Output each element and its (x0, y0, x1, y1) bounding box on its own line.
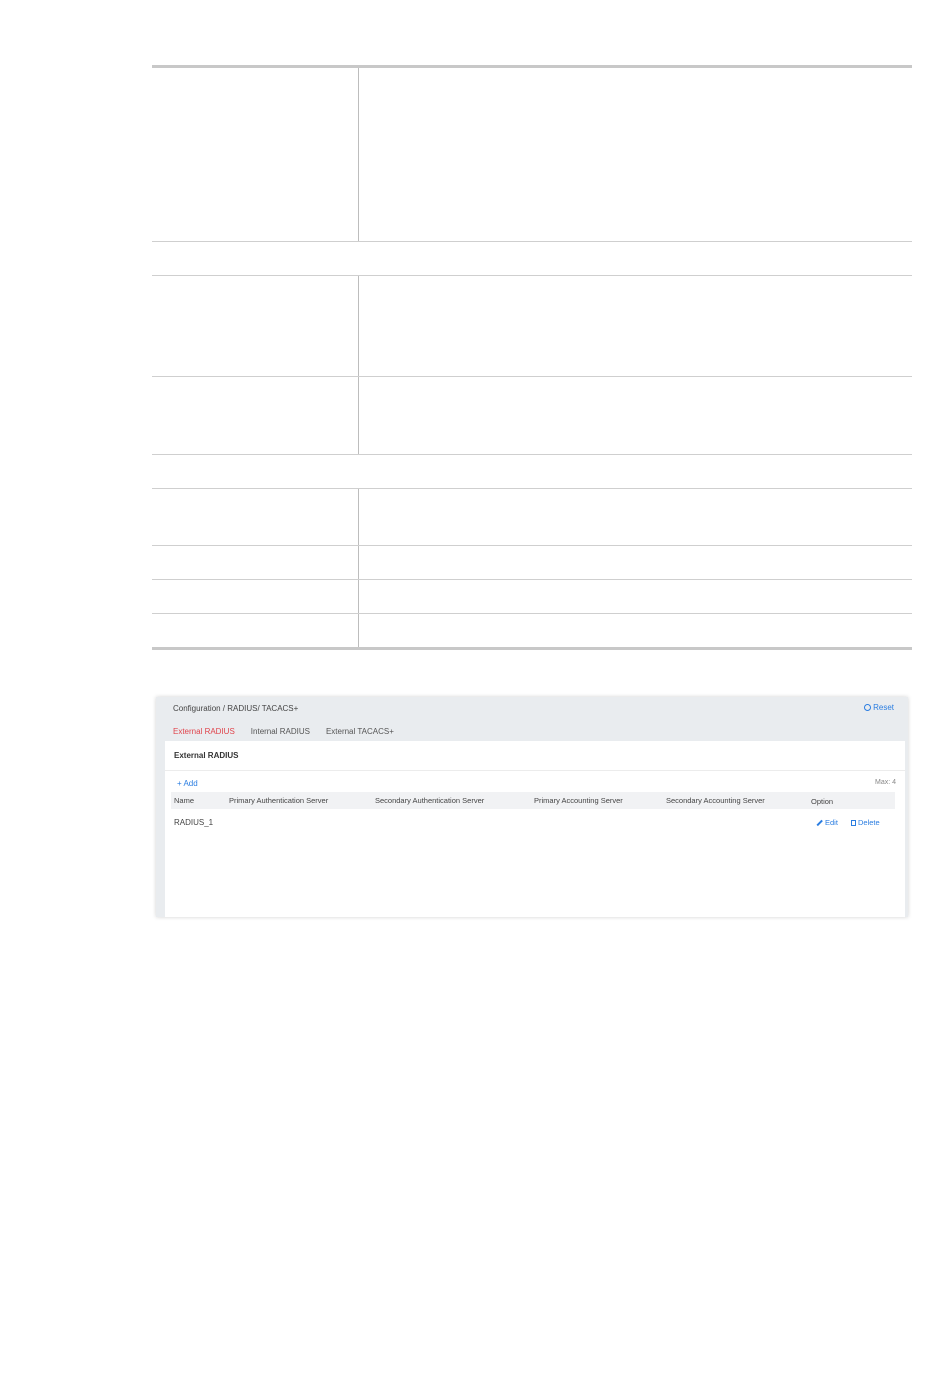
table-row (152, 65, 912, 242)
table-cell (358, 545, 912, 580)
table-cell (358, 613, 912, 650)
table-cell (152, 275, 359, 377)
table-row (152, 488, 912, 546)
trash-icon (851, 819, 856, 826)
table-section-row (152, 241, 912, 276)
pencil-icon (816, 819, 823, 826)
table-cell (152, 545, 359, 580)
card-title: External RADIUS (174, 751, 239, 760)
reset-button[interactable]: Reset (864, 703, 894, 712)
table-row (152, 454, 912, 489)
content-card: External RADIUS + Add Max: 4 Name Primar… (165, 741, 905, 917)
table-row (152, 545, 912, 580)
max-count: Max: 4 (874, 779, 896, 786)
breadcrumb: Configuration / RADIUS/ TACACS+ (173, 704, 299, 713)
table-cell (152, 376, 359, 455)
table-cell (152, 579, 359, 614)
table-cell (358, 65, 912, 242)
delete-label: Delete (858, 818, 880, 827)
tab-external-tacacs[interactable]: External TACACS+ (318, 724, 402, 742)
column-header-secondary-acct: Secondary Accounting Server (666, 796, 765, 805)
table-section-row (152, 454, 912, 489)
table-header: Name Primary Authentication Server Secon… (171, 792, 895, 809)
column-header-name: Name (174, 796, 195, 805)
table-row (152, 376, 912, 455)
tab-bar: External RADIUS Internal RADIUS External… (165, 724, 402, 742)
table-cell (358, 579, 912, 614)
delete-button[interactable]: Delete (851, 818, 880, 827)
tab-internal-radius[interactable]: Internal RADIUS (243, 724, 318, 742)
table-row (152, 613, 912, 650)
column-header-secondary-auth: Secondary Authentication Server (375, 796, 485, 805)
table-row (152, 241, 912, 276)
document-table (152, 65, 912, 650)
table-cell (152, 65, 359, 242)
edit-label: Edit (825, 818, 838, 827)
reset-icon (864, 704, 872, 711)
reset-label: Reset (873, 703, 894, 712)
table-row (152, 579, 912, 614)
radius-config-screenshot: Configuration / RADIUS/ TACACS+ Reset Ex… (156, 697, 908, 917)
column-header-primary-auth: Primary Authentication Server (229, 796, 329, 805)
column-header-primary-acct: Primary Accounting Server (534, 796, 623, 805)
table-cell (152, 488, 359, 546)
table-row-name: RADIUS_1 (174, 818, 214, 827)
table-row (152, 275, 912, 377)
divider (165, 770, 905, 771)
tab-external-radius[interactable]: External RADIUS (165, 724, 243, 742)
edit-button[interactable]: Edit (816, 818, 838, 827)
table-cell (358, 376, 912, 455)
table-cell (152, 613, 359, 650)
table-cell (358, 488, 912, 546)
column-header-option: Option (811, 797, 834, 806)
add-button[interactable]: + Add (177, 779, 198, 788)
table-cell (358, 275, 912, 377)
